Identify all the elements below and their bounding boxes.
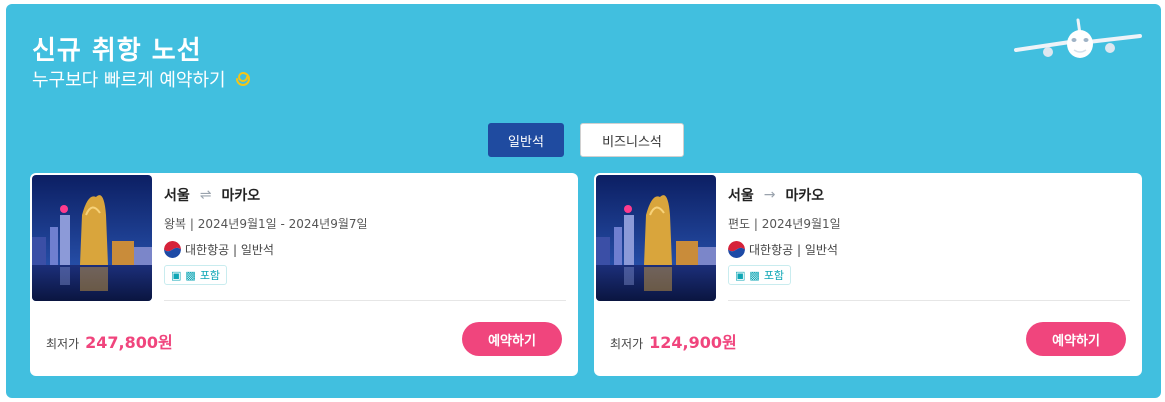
- suitcase-icon: ▩: [185, 268, 196, 282]
- airline-text: 대한항공 | 일반석: [185, 243, 274, 257]
- price-row: 최저가 124,900원: [610, 329, 737, 353]
- card-divider: [728, 300, 1130, 301]
- destination-city: 마카오: [221, 188, 261, 204]
- section-subtitle: 누구보다 빠르게 예약하기: [32, 66, 252, 92]
- destination-photo: [596, 175, 716, 301]
- route-title: 서울 → 마카오: [728, 185, 824, 205]
- section-title: 신규 취항 노선: [32, 36, 202, 66]
- price-label: 최저가: [46, 337, 80, 351]
- airline-text: 대한항공 | 일반석: [749, 243, 838, 257]
- new-routes-panel: 신규 취항 노선 누구보다 빠르게 예약하기 일반석 비즈니스석 서울 ⇌ 마카…: [6, 4, 1161, 398]
- destination-photo: [32, 175, 152, 301]
- baggage-badge: ▣ ▩ 포함: [164, 265, 228, 285]
- card-divider: [164, 300, 566, 301]
- korean-air-logo-icon: [164, 241, 181, 258]
- origin-city: 서울: [164, 188, 190, 204]
- origin-city: 서울: [728, 188, 754, 204]
- baggage-badge: ▣ ▩ 포함: [728, 265, 792, 285]
- route-card[interactable]: 서울 ⇌ 마카오 왕복 | 2024년9월1일 - 2024년9월7일 대한항공…: [30, 173, 578, 376]
- baggage-text: 포함: [763, 269, 785, 282]
- airline-info: 대한항공 | 일반석: [164, 241, 274, 258]
- airplane-icon: [1014, 18, 1142, 58]
- tab-business[interactable]: 비즈니스석: [580, 123, 684, 157]
- subtitle-text: 누구보다 빠르게 예약하기: [32, 70, 226, 91]
- route-card[interactable]: 서울 → 마카오 편도 | 2024년9월1일 대한항공 | 일반석 ▣ ▩ 포…: [594, 173, 1142, 376]
- bag-icon: ▣: [735, 268, 746, 282]
- book-button[interactable]: 예약하기: [462, 322, 562, 356]
- korean-air-logo-icon: [728, 241, 745, 258]
- suitcase-icon: ▩: [749, 268, 760, 282]
- baggage-text: 포함: [199, 269, 221, 282]
- tab-economy[interactable]: 일반석: [488, 123, 564, 157]
- book-button[interactable]: 예약하기: [1026, 322, 1126, 356]
- round-trip-arrows-icon: ⇌: [199, 187, 212, 203]
- price-value: 247,800원: [85, 333, 173, 352]
- destination-city: 마카오: [785, 188, 825, 204]
- route-title: 서울 ⇌ 마카오: [164, 185, 260, 205]
- bag-icon: ▣: [171, 268, 182, 282]
- swirl-icon: [235, 71, 250, 86]
- trip-dates: 왕복 | 2024년9월1일 - 2024년9월7일: [164, 217, 368, 231]
- airline-info: 대한항공 | 일반석: [728, 241, 838, 258]
- price-row: 최저가 247,800원: [46, 329, 173, 353]
- price-value: 124,900원: [649, 333, 737, 352]
- trip-dates: 편도 | 2024년9월1일: [728, 217, 841, 231]
- one-way-arrow-icon: →: [763, 187, 776, 203]
- price-label: 최저가: [610, 337, 644, 351]
